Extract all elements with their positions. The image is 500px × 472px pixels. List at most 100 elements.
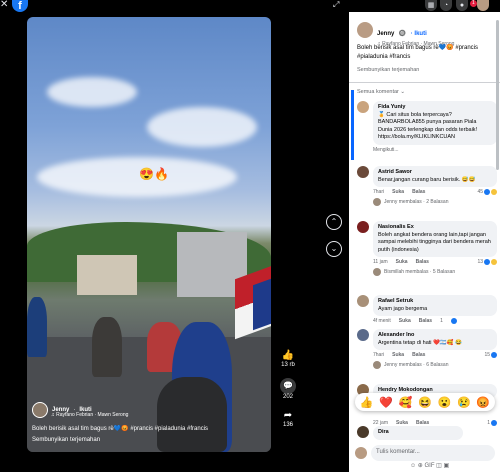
comment-meta: 7hari Suka Balas 45 — [373, 189, 497, 195]
reaction-summary[interactable]: 15 — [484, 352, 497, 358]
hide-translation-link[interactable]: Sembunyikan terjemahan — [32, 437, 100, 443]
avatar[interactable] — [357, 101, 369, 113]
scrollbar[interactable] — [496, 20, 499, 170]
author-name[interactable]: Jenny — [377, 31, 394, 37]
notification-badge: 1 — [470, 0, 477, 7]
comment-meta: 11 jam Suka Balas 13 — [373, 259, 497, 265]
angry-reaction-button[interactable]: 😡 — [476, 396, 490, 409]
emoji-overlay: 😍🔥 — [139, 167, 169, 181]
hide-translation-link[interactable]: Sembunyikan terjemahan — [357, 67, 419, 73]
comment-item: Alexander Ino Argentina tetap di hati ❤️… — [357, 329, 497, 369]
share-icon: ➦ — [283, 410, 293, 421]
reaction-picker: 👍 ❤️ 🥰 😆 😮 😢 😡 — [355, 393, 495, 411]
chevron-up-icon[interactable]: ⌃ — [326, 214, 342, 230]
avatar[interactable] — [357, 329, 369, 341]
wow-reaction-button[interactable]: 😮 — [438, 396, 452, 409]
replies-link[interactable]: Jenny membalas · 6 Balasan — [373, 361, 497, 369]
reaction-summary[interactable]: 1 — [487, 419, 497, 426]
comment-item: Fida Yuniy 🏅 Cari situs bola terpercaya?… — [357, 101, 497, 153]
reply-link[interactable]: Balas — [416, 420, 429, 426]
like-count: 13 rb — [281, 362, 295, 368]
commenter-name[interactable]: Rafael Setruk — [378, 298, 492, 306]
reply-link[interactable]: Balas — [416, 259, 429, 265]
person — [92, 317, 122, 377]
avatar[interactable] — [357, 22, 373, 38]
sad-reaction-button[interactable]: 😢 — [457, 396, 471, 409]
follow-button[interactable]: · Ikuti — [411, 31, 427, 37]
comment-time: 11 jam — [373, 259, 388, 265]
avatar — [373, 198, 381, 206]
person — [27, 297, 47, 357]
reply-link[interactable]: Balas — [412, 189, 425, 195]
like-link[interactable]: Suka — [392, 189, 404, 195]
love-reaction-button[interactable]: ❤️ — [379, 396, 393, 409]
avatar[interactable] — [32, 402, 48, 418]
reply-link[interactable]: Balas — [419, 318, 432, 324]
menu-grid-icon[interactable]: ▦ — [425, 0, 437, 11]
like-action[interactable]: 👍 13 rb — [278, 350, 298, 368]
commenter-name[interactable]: Dira — [378, 429, 458, 437]
comment-bubble: Rafael Setruk Ayam jago bergema — [373, 295, 497, 316]
messenger-icon[interactable]: ◔ — [440, 0, 452, 11]
action-column: 👍 13 rb 💬 202 ➦ 136 — [278, 350, 298, 438]
comment-meta-text[interactable]: Mengikuti... — [373, 147, 399, 153]
comment-bubble: Fida Yuniy 🏅 Cari situs bola terpercaya?… — [373, 101, 497, 145]
reaction-summary[interactable]: 13 — [477, 259, 497, 265]
like-link[interactable]: Suka — [396, 259, 408, 265]
care-reaction-button[interactable]: 🥰 — [399, 396, 413, 409]
comment-item: Rafael Setruk Ayam jago bergema 4f menit… — [357, 295, 497, 324]
highlight-bar — [351, 90, 354, 160]
video-player[interactable]: 😍🔥 — [27, 17, 271, 452]
cloud — [47, 77, 137, 107]
cloud — [37, 157, 237, 197]
share-action[interactable]: ➦ 136 — [278, 410, 298, 428]
music-label[interactable]: ♫ Rayfano Febrian · Mawn Serong — [51, 412, 128, 418]
comment-count: 202 — [282, 394, 293, 400]
motorcycle — [157, 377, 227, 452]
replies-summary: Bismillah membalas · 5 Balasan — [384, 269, 456, 275]
replies-link[interactable]: Jenny membalas · 2 Balasan — [373, 198, 497, 206]
comment-time: 7hari — [373, 352, 385, 358]
profile-avatar[interactable] — [477, 0, 489, 11]
chevron-down-icon[interactable]: ⌄ — [326, 241, 342, 257]
like-reaction-icon — [491, 419, 497, 426]
comment-meta: 22 jam Suka Balas 1 — [373, 419, 497, 426]
commenter-name[interactable]: Fida Yuniy — [378, 104, 492, 112]
bell-icon[interactable]: ● — [456, 0, 468, 11]
like-link[interactable]: Suka — [396, 420, 408, 426]
comment-bubble: Dira — [373, 426, 463, 440]
comment-bubble: Astrid Sawor Benar,jangan curang baru be… — [373, 166, 497, 187]
comment-bubble: Nasionalis Ex Boleh angkat bendera orang… — [373, 221, 497, 257]
avatar[interactable] — [357, 221, 369, 233]
expand-icon[interactable]: ⤢ — [333, 0, 339, 10]
commenter-name[interactable]: Alexander Ino — [378, 332, 492, 340]
avatar — [373, 268, 381, 276]
comment-input[interactable]: Tulis komentar... — [371, 445, 495, 461]
like-link[interactable]: Suka — [399, 318, 411, 324]
avatar[interactable] — [357, 166, 369, 178]
like-reaction-icon — [484, 259, 490, 265]
sort-dropdown[interactable]: Semua komentar ⌄ — [357, 89, 405, 95]
like-reaction-button[interactable]: 👍 — [360, 396, 374, 409]
share-count: 136 — [282, 422, 293, 428]
avatar[interactable] — [357, 426, 369, 438]
like-link[interactable]: Suka — [392, 352, 404, 358]
comment-text: 🏅 Cari situs bola terpercaya? BANDARBOLA… — [378, 111, 478, 141]
divider — [349, 82, 500, 83]
avatar — [355, 447, 367, 459]
reply-link[interactable]: Balas — [412, 352, 425, 358]
close-icon[interactable]: ✕ — [0, 0, 10, 10]
composer-icons[interactable]: ☺ ⊕ GIF ◫ ▣ — [410, 462, 449, 469]
commenter-name[interactable]: Nasionalis Ex — [378, 224, 492, 232]
avatar[interactable] — [357, 295, 369, 307]
comment-bubble: Alexander Ino Argentina tetap di hati ❤️… — [373, 329, 497, 350]
haha-reaction-button[interactable]: 😆 — [418, 396, 432, 409]
commenter-name[interactable]: Astrid Sawor — [378, 169, 492, 177]
comment-time: 4f menit — [373, 318, 391, 324]
reaction-summary[interactable]: 45 — [477, 189, 497, 195]
replies-link[interactable]: Bismillah membalas · 5 Balasan — [373, 268, 497, 276]
verified-icon: 🔘 — [398, 31, 407, 37]
replies-summary: Jenny membalas · 6 Balasan — [384, 362, 449, 368]
comment-action[interactable]: 💬 202 — [278, 378, 298, 400]
avatar — [373, 361, 381, 369]
